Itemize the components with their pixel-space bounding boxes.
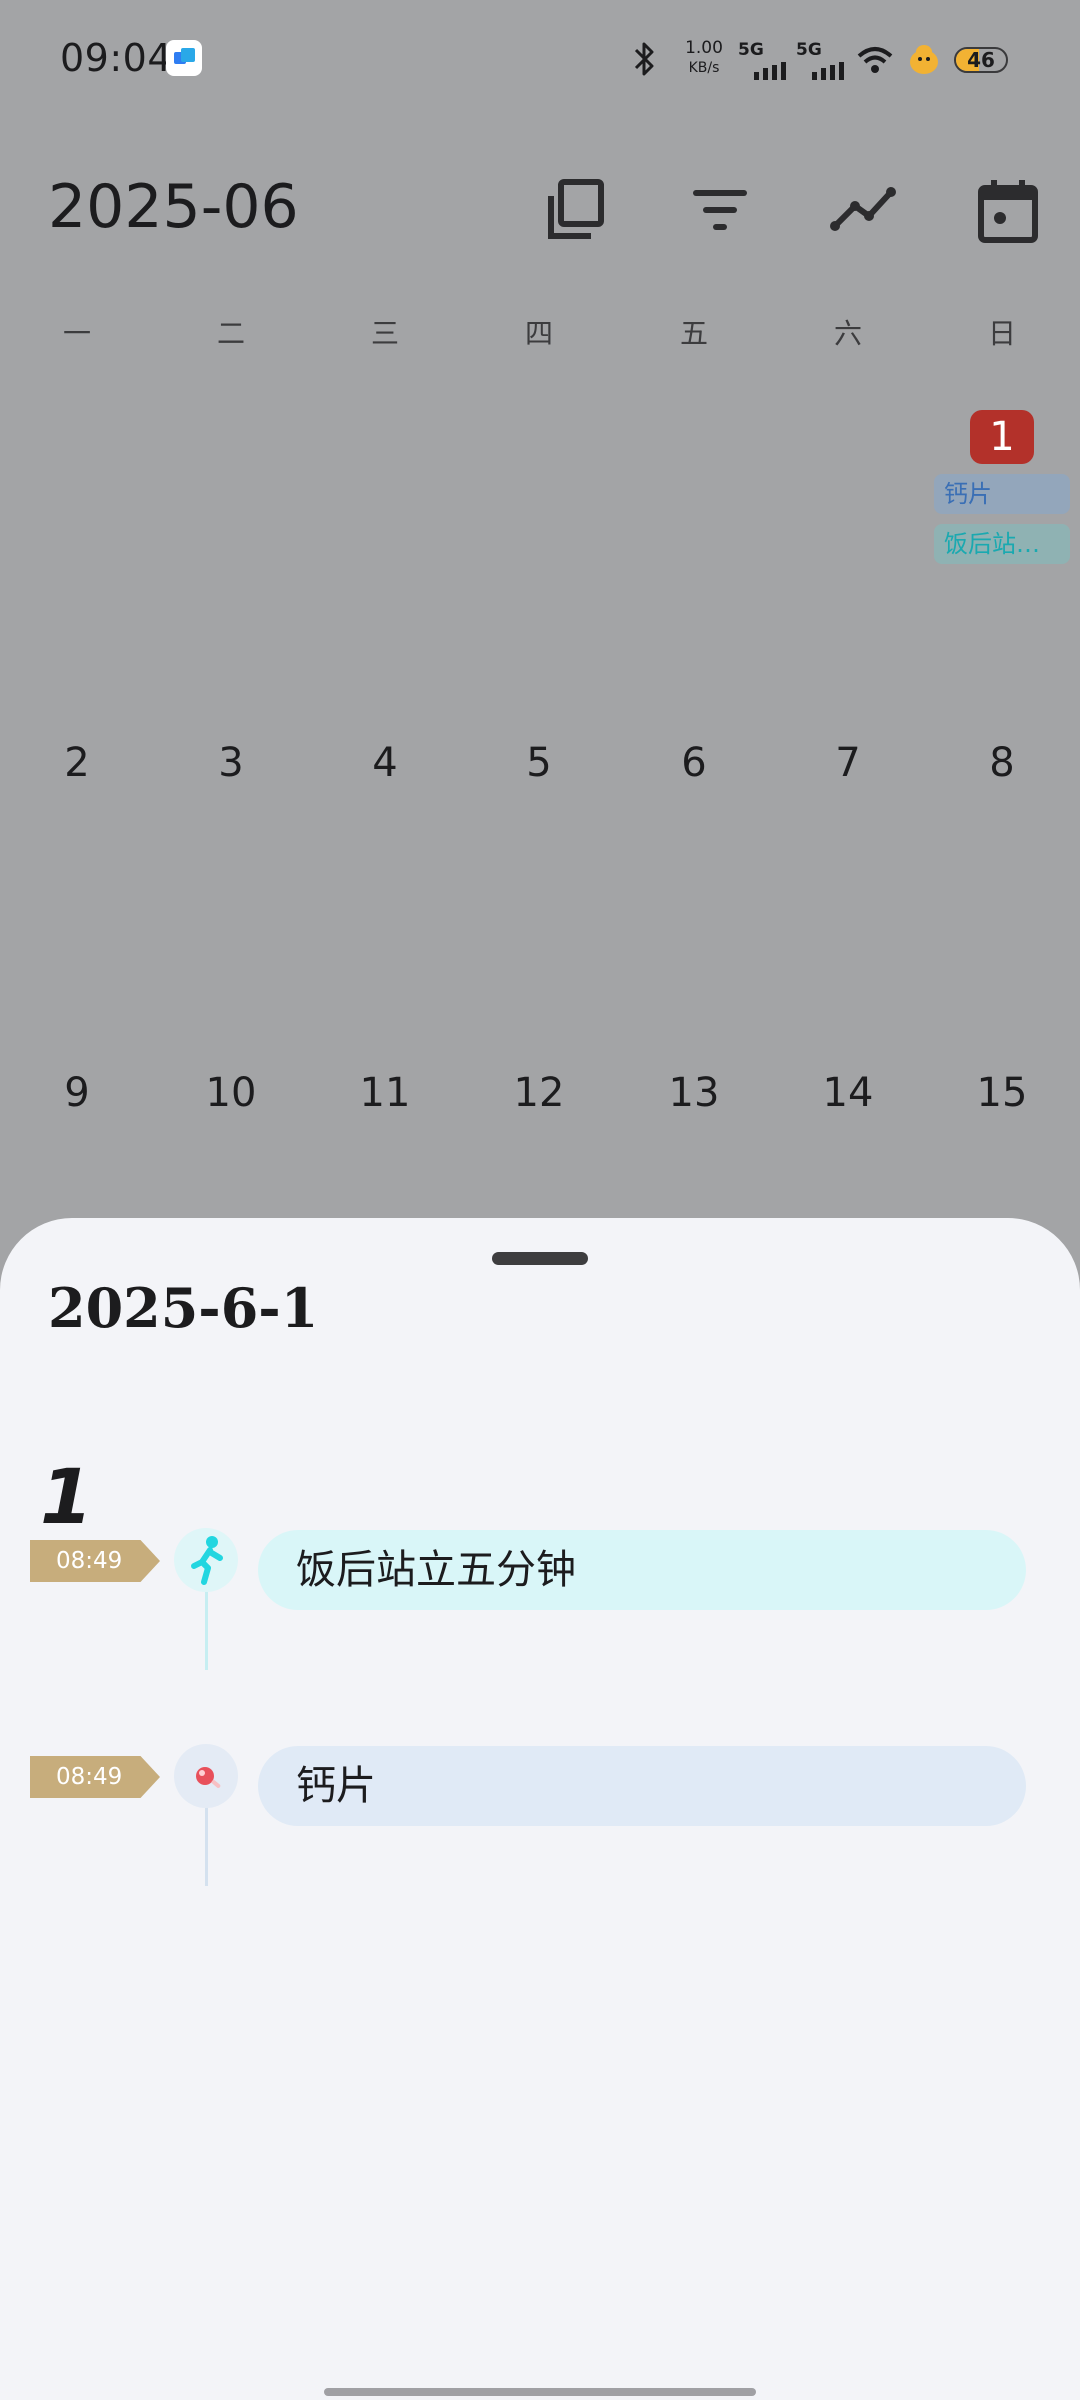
calendar-day[interactable]: 3 (154, 740, 308, 786)
wifi-icon (857, 47, 893, 73)
weekday-wed: 三 (370, 317, 399, 350)
app-notification-icon (166, 40, 202, 76)
weekday-sun: 日 (987, 317, 1016, 350)
sim2-network-type: 5G (796, 40, 822, 60)
sim1-network-type: 5G (738, 40, 764, 60)
calendar-day[interactable]: 11 (308, 1070, 462, 1116)
weekday-thu: 四 (524, 317, 553, 350)
filter-icon[interactable] (685, 176, 755, 246)
event-title: 饭后站立五分钟 (296, 1547, 576, 1593)
event-title: 钙片 (296, 1763, 376, 1809)
timeline-connector (205, 1800, 208, 1886)
pet-icon (910, 45, 938, 74)
calendar-day-selected[interactable]: 1 (970, 410, 1034, 464)
calendar-day[interactable]: 9 (0, 1070, 154, 1116)
battery-level: 46 (967, 48, 995, 72)
trend-chart-icon[interactable] (829, 176, 899, 246)
network-speed-unit: KB/s (688, 60, 720, 76)
pill-icon (174, 1744, 238, 1808)
calendar-day[interactable]: 10 (154, 1070, 308, 1116)
bluetooth-icon (634, 42, 654, 76)
day-group-label: 1 (40, 1452, 93, 1541)
event-card[interactable]: 饭后站立五分钟 (258, 1530, 1026, 1610)
home-indicator[interactable] (324, 2388, 756, 2396)
weekday-mon: 一 (62, 317, 91, 350)
month-title[interactable]: 2025-06 (48, 172, 299, 242)
network-speed-value: 1.00 (685, 38, 723, 58)
calendar-day[interactable]: 2 (0, 740, 154, 786)
calendar-day[interactable]: 4 (308, 740, 462, 786)
status-time: 09:04 (60, 36, 173, 80)
calendar-day[interactable]: 14 (771, 1070, 925, 1116)
copy-icon[interactable] (541, 176, 611, 246)
sheet-date-title: 2025-6-1 (48, 1276, 319, 1340)
calendar-day[interactable]: 5 (462, 740, 616, 786)
weekday-fri: 五 (679, 317, 708, 350)
calendar-event-tag[interactable]: 饭后站… (934, 524, 1070, 564)
calendar-day[interactable]: 12 (462, 1070, 616, 1116)
calendar-day[interactable]: 6 (617, 740, 771, 786)
event-time-tag: 08:49 (30, 1540, 160, 1582)
calendar-day[interactable]: 7 (771, 740, 925, 786)
timeline-connector (205, 1584, 208, 1670)
day-detail-sheet[interactable]: 2025-6-1 1 08:49 饭后站立五分钟 08:49 钙片 (0, 1218, 1080, 2400)
calendar-event-tag[interactable]: 钙片 (934, 474, 1070, 514)
weekday-sat: 六 (833, 317, 862, 350)
weekday-tue: 二 (216, 317, 245, 350)
calendar-day[interactable]: 8 (925, 740, 1079, 786)
network-speed: 1.00 KB/s (684, 38, 724, 78)
calendar-day[interactable]: 15 (925, 1070, 1079, 1116)
status-bar: 09:04 1.00 KB/s 5G 5G 46 (0, 0, 1080, 118)
drag-handle[interactable] (492, 1252, 588, 1265)
standing-person-icon (174, 1528, 238, 1592)
battery-icon: 46 (954, 47, 1008, 73)
calendar-day[interactable]: 13 (617, 1070, 771, 1116)
event-time-tag: 08:49 (30, 1756, 160, 1798)
event-card[interactable]: 钙片 (258, 1746, 1026, 1826)
calendar-today-icon[interactable] (973, 176, 1043, 246)
